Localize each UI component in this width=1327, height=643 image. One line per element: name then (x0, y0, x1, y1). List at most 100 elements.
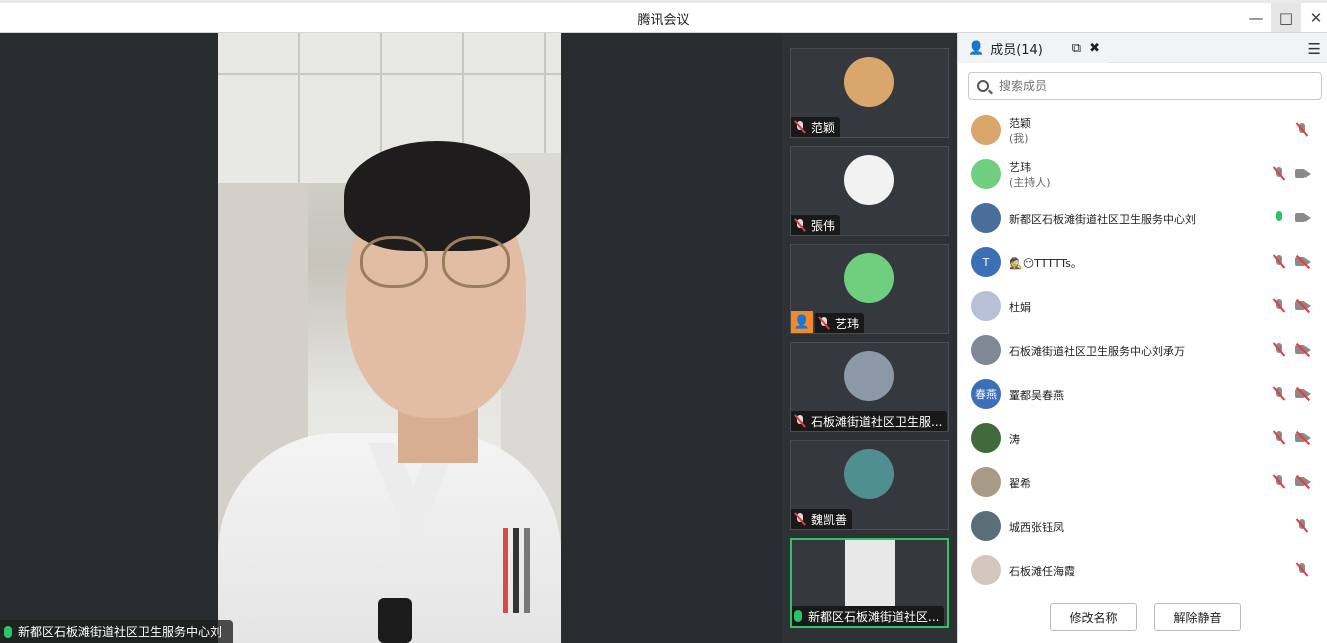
video-watch (378, 598, 412, 643)
rename-button[interactable]: 修改名称 (1050, 603, 1137, 631)
member-name: 艺玮 (1009, 161, 1031, 174)
title-strip (0, 0, 1327, 3)
video-tile[interactable]: 范颖 (790, 48, 949, 138)
mic-muted-icon[interactable] (1272, 298, 1286, 314)
search-input[interactable] (999, 79, 1299, 93)
mic-muted-icon (793, 414, 807, 428)
member-row[interactable]: 涛 (958, 416, 1327, 460)
member-row[interactable]: 艺玮 (主持人) (958, 152, 1327, 196)
maximize-button[interactable]: □ (1271, 3, 1301, 32)
tile-avatar (844, 449, 894, 499)
member-search[interactable] (968, 72, 1322, 100)
mic-on-icon (4, 625, 12, 638)
unmute-button[interactable]: 解除静音 (1154, 603, 1241, 631)
video-tile[interactable]: 魏凯善 (790, 440, 949, 530)
tile-name: 魏凯善 (811, 512, 848, 527)
host-badge-icon: 👤 (791, 311, 813, 333)
member-name: 石板滩街道社区卫生服务中心刘承万 (1009, 345, 1185, 358)
close-window-button[interactable]: ✕ (1301, 3, 1327, 32)
tab-members[interactable]: 👤 成员(14) ⧉ ✖ (958, 33, 1108, 63)
video-tile[interactable]: 👤 艺玮 (790, 244, 949, 334)
menu-icon[interactable]: ☰ (1308, 40, 1321, 58)
members-tab-label: 成员(14) (990, 42, 1043, 58)
video-tile[interactable]: 石板滩街道社区卫生服... (790, 342, 949, 432)
main-speaker-label: 新都区石板滩街道社区卫生服务中心刘 (0, 620, 233, 643)
tile-avatar (845, 540, 895, 606)
members-panel: 👤 成员(14) ⧉ ✖ ☰ 范颖 (我) 艺玮 (主持人) 新都区石板滩街道社区卫生服… (957, 33, 1327, 643)
tile-avatar (844, 155, 894, 205)
popout-icon[interactable]: ⧉ (1072, 41, 1081, 56)
mic-muted-icon (817, 316, 831, 330)
tile-name-label: 艺玮 (815, 313, 865, 333)
close-icon[interactable]: ✖ (1089, 41, 1100, 56)
mic-muted-icon[interactable] (1272, 386, 1286, 402)
member-name: 城西张钰凤 (1009, 521, 1064, 534)
close-icon: ✕ (1309, 8, 1323, 27)
member-name: 范颖 (1009, 117, 1031, 130)
member-avatar (971, 555, 1001, 585)
mic-muted-icon[interactable] (1272, 166, 1286, 182)
tile-avatar (844, 253, 894, 303)
member-name: 杜娟 (1009, 301, 1031, 314)
tile-name: 新都区石板滩街道社区... (808, 609, 940, 624)
mic-muted-icon[interactable] (1272, 254, 1286, 270)
member-avatar: 春燕 (971, 379, 1001, 409)
member-row[interactable]: 杜娟 (958, 284, 1327, 328)
member-avatar (971, 335, 1001, 365)
tile-name: 范颖 (811, 120, 836, 135)
video-glasses (358, 236, 513, 291)
mic-muted-icon[interactable] (1272, 342, 1286, 358)
tile-name: 艺玮 (835, 316, 860, 331)
member-row[interactable]: 城西张钰凤 (958, 504, 1327, 548)
main-video[interactable] (218, 33, 561, 643)
member-name: 罿都吴春燕 (1009, 389, 1064, 402)
video-tiles-column: 范颖張伟 👤 艺玮石板滩街道社区卫生服... 魏凯善新都区石板滩街道社区... (782, 33, 957, 643)
tile-name-label: 石板滩街道社区卫生服... (791, 411, 948, 431)
tile-avatar (844, 57, 894, 107)
tile-name-label: 張伟 (791, 215, 841, 235)
tile-name: 石板滩街道社区卫生服... (811, 414, 943, 429)
mic-on-icon[interactable] (1272, 210, 1286, 226)
tile-avatar (844, 351, 894, 401)
minimize-button[interactable]: — (1241, 3, 1271, 32)
tile-name-label: 新都区石板滩街道社区... (792, 606, 945, 626)
member-row[interactable]: 新都区石板滩街道社区卫生服务中心刘 (958, 196, 1327, 240)
video-pens (503, 528, 533, 613)
tile-name-label: 魏凯善 (791, 509, 853, 529)
title-bar: 腾讯会议 — □ ✕ (0, 0, 1327, 33)
mic-muted-icon[interactable] (1272, 474, 1286, 490)
member-role: (主持人) (1009, 176, 1051, 189)
camera-icon[interactable] (1295, 212, 1311, 223)
member-row[interactable]: 范颖 (我) (958, 108, 1327, 152)
member-row[interactable]: 石板滩街道社区卫生服务中心刘承万 (958, 328, 1327, 372)
member-avatar (971, 115, 1001, 145)
member-avatar: T (971, 247, 1001, 277)
mic-muted-icon[interactable] (1272, 430, 1286, 446)
member-name: 新都区石板滩街道社区卫生服务中心刘 (1009, 213, 1196, 226)
mic-muted-icon (793, 218, 807, 232)
member-row[interactable]: 春燕 罿都吴春燕 (958, 372, 1327, 416)
member-avatar (971, 159, 1001, 189)
video-stage: 新都区石板滩街道社区卫生服务中心刘 (0, 33, 782, 643)
mic-muted-icon[interactable] (1295, 562, 1309, 578)
mic-muted-icon[interactable] (1295, 518, 1309, 534)
member-name: 涛 (1009, 433, 1020, 446)
mic-on-icon (794, 610, 802, 622)
video-tile[interactable]: 張伟 (790, 146, 949, 236)
member-role: (我) (1009, 132, 1029, 145)
video-tile[interactable]: 新都区石板滩街道社区... (790, 538, 949, 628)
member-row[interactable]: 石板滩任海霞 (958, 548, 1327, 592)
member-name: 石板滩任海霞 (1009, 565, 1075, 578)
person-icon: 👤 (968, 40, 985, 56)
member-row[interactable]: T 🕵️😶TTTTTs。 (958, 240, 1327, 284)
member-avatar (971, 467, 1001, 497)
mic-muted-icon (793, 120, 807, 134)
member-avatar (971, 203, 1001, 233)
mic-muted-icon[interactable] (1295, 122, 1309, 138)
member-name: 🕵️😶TTTTTs。 (1009, 257, 1082, 270)
tile-name: 張伟 (811, 218, 836, 233)
member-avatar (971, 291, 1001, 321)
camera-icon[interactable] (1295, 168, 1311, 179)
panel-header: ☰ (1108, 33, 1327, 63)
member-row[interactable]: 翟希 (958, 460, 1327, 504)
